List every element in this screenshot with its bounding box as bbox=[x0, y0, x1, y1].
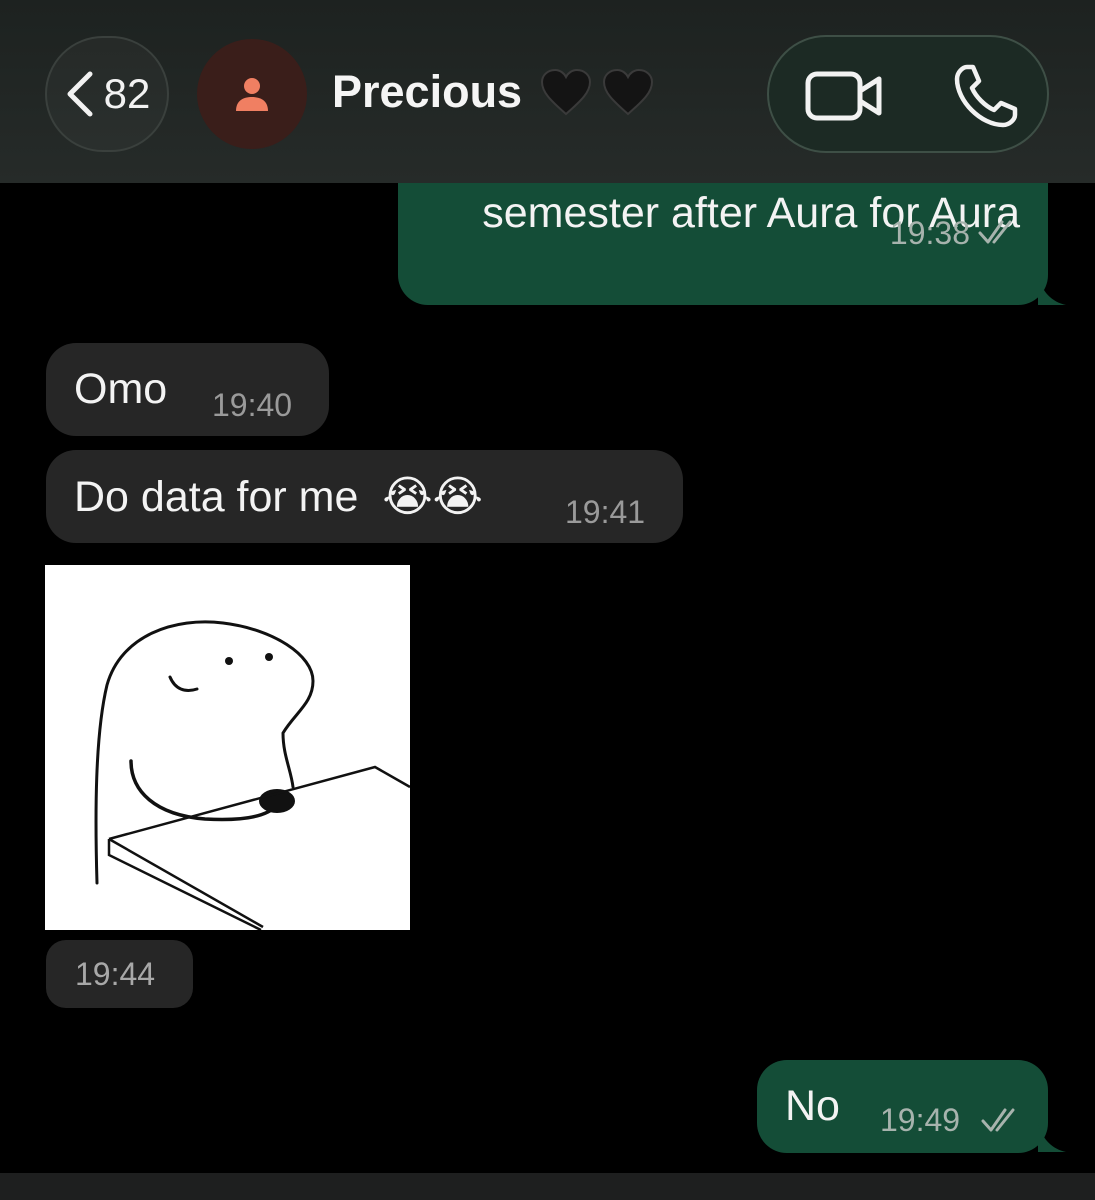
bubble-tail bbox=[1038, 276, 1066, 305]
sticker-drawing bbox=[94, 620, 411, 932]
sticker-time-badge: 19:44 bbox=[46, 940, 193, 1008]
unread-count: 82 bbox=[103, 70, 151, 117]
message-time: 19:41 bbox=[565, 494, 646, 530]
message-time: 19:49 bbox=[880, 1102, 961, 1138]
heart-emojis bbox=[540, 68, 654, 116]
black-heart-icon bbox=[541, 68, 592, 116]
back-button[interactable]: 82 bbox=[45, 36, 169, 152]
composer-bar-edge bbox=[0, 1173, 1095, 1200]
crying-emoji: 😭😭 bbox=[382, 473, 483, 521]
chat-screen: 82 Precious semester after Aura for Aura… bbox=[0, 0, 1095, 1200]
contact-name-text: Precious bbox=[332, 66, 523, 117]
double-check-icon bbox=[981, 1108, 1015, 1132]
contact-name[interactable]: Precious bbox=[332, 66, 654, 118]
black-heart-icon bbox=[603, 68, 654, 116]
bubble-tail bbox=[1038, 1123, 1066, 1152]
video-call-icon[interactable] bbox=[805, 69, 883, 123]
double-check-icon bbox=[978, 220, 1012, 244]
chevron-left-icon bbox=[67, 71, 93, 117]
person-icon bbox=[236, 78, 268, 111]
message-text: Omo bbox=[74, 365, 168, 413]
call-actions bbox=[767, 35, 1049, 153]
incoming-message[interactable]: Do data for me 😭😭 19:41 bbox=[46, 450, 683, 543]
message-time: 19:40 bbox=[212, 387, 293, 423]
message-text: No bbox=[785, 1082, 840, 1130]
incoming-message[interactable]: Omo 19:40 bbox=[46, 343, 329, 436]
chat-header: 82 Precious bbox=[0, 0, 1095, 183]
message-list[interactable]: semester after Aura for Aura 19:38 Omo 1… bbox=[0, 143, 1095, 1173]
outgoing-message[interactable]: No 19:49 bbox=[757, 1060, 1048, 1153]
phone-call-icon[interactable] bbox=[953, 63, 1019, 129]
message-time: 19:38 bbox=[889, 215, 970, 251]
sticker-image[interactable] bbox=[45, 565, 411, 932]
avatar[interactable] bbox=[197, 39, 307, 149]
message-time: 19:44 bbox=[75, 956, 156, 992]
message-text: Do data for me 😭😭 bbox=[74, 473, 483, 521]
